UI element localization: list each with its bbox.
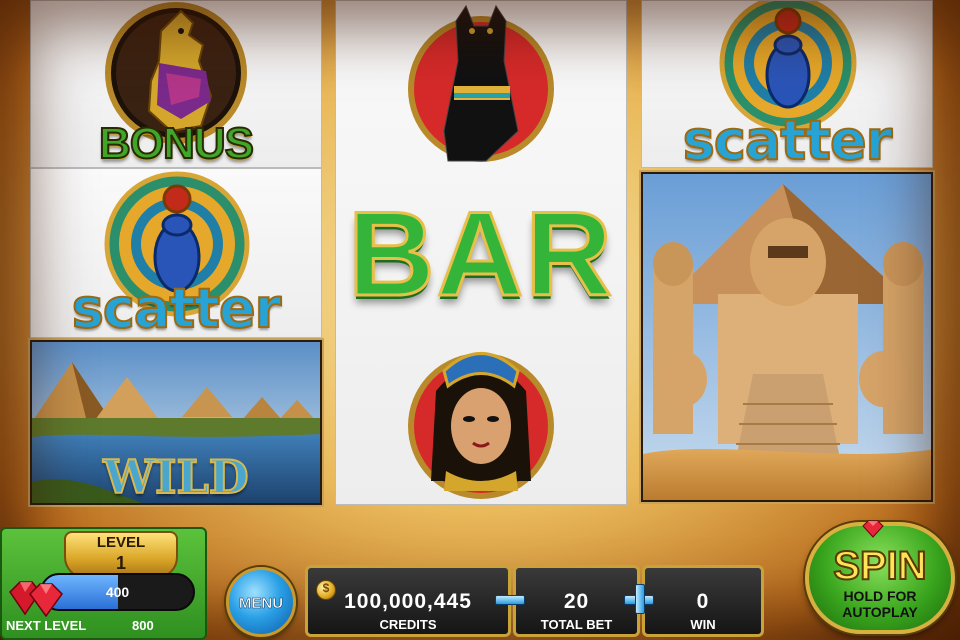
cleopatra-icon xyxy=(408,352,554,499)
spin-label: SPIN xyxy=(832,543,927,589)
plus-icon-vertical xyxy=(635,584,645,614)
next-level-label: NEXT LEVEL xyxy=(6,618,87,633)
ruby-gem-icon xyxy=(862,520,884,538)
decrease-bet-button[interactable] xyxy=(493,582,527,616)
total-bet-label: TOTAL BET xyxy=(540,617,613,632)
reel-1-scatter-cell: scatter xyxy=(30,168,322,338)
reel-1-bonus-cell: BONUS xyxy=(30,0,322,168)
credits-panel: 100,000,445 CREDITS xyxy=(305,565,511,637)
reel-3-scatter-cell: scatter xyxy=(641,0,933,168)
win-label: WIN xyxy=(690,617,716,632)
bastet-cat-icon xyxy=(408,4,554,162)
level-ribbon: LEVEL 1 xyxy=(64,531,178,579)
reel-2-column: BAR xyxy=(335,0,627,505)
scatter-label: scatter xyxy=(682,108,893,168)
minus-icon xyxy=(495,595,525,605)
credits-label: CREDITS xyxy=(379,617,437,632)
reel-2: BAR xyxy=(335,0,627,505)
reel-1-wild-cell: WILD xyxy=(30,340,322,505)
menu-button[interactable]: MENU xyxy=(226,567,296,637)
bonus-label: BONUS xyxy=(98,118,255,168)
credits-value: 100,000,445 xyxy=(344,590,472,613)
reel-3-temple-cell xyxy=(641,172,933,502)
reel-3: scatter xyxy=(641,0,933,505)
bar-label: BAR xyxy=(347,186,614,323)
level-title: LEVEL xyxy=(96,534,146,551)
scatter-label: scatter xyxy=(71,276,282,338)
total-bet-value: 20 xyxy=(563,590,590,613)
next-level-value: 800 xyxy=(132,618,154,633)
wild-label: WILD xyxy=(102,449,249,504)
win-value: 0 xyxy=(696,590,710,613)
reel-1: BONUS scatter WILD xyxy=(30,0,322,505)
increase-bet-button[interactable] xyxy=(622,582,656,616)
level-number: 1 xyxy=(115,553,126,573)
total-bet-panel: 20 TOTAL BET xyxy=(513,565,640,637)
menu-label: MENU xyxy=(238,595,284,613)
spin-autoplay-hint: HOLD FOR AUTOPLAY xyxy=(842,588,918,620)
win-panel: 0 WIN xyxy=(642,565,764,637)
temple-sphinx-scene xyxy=(643,174,931,500)
ruby-gem-icon xyxy=(9,581,63,618)
spin-button[interactable]: SPIN HOLD FOR AUTOPLAY xyxy=(805,522,955,634)
